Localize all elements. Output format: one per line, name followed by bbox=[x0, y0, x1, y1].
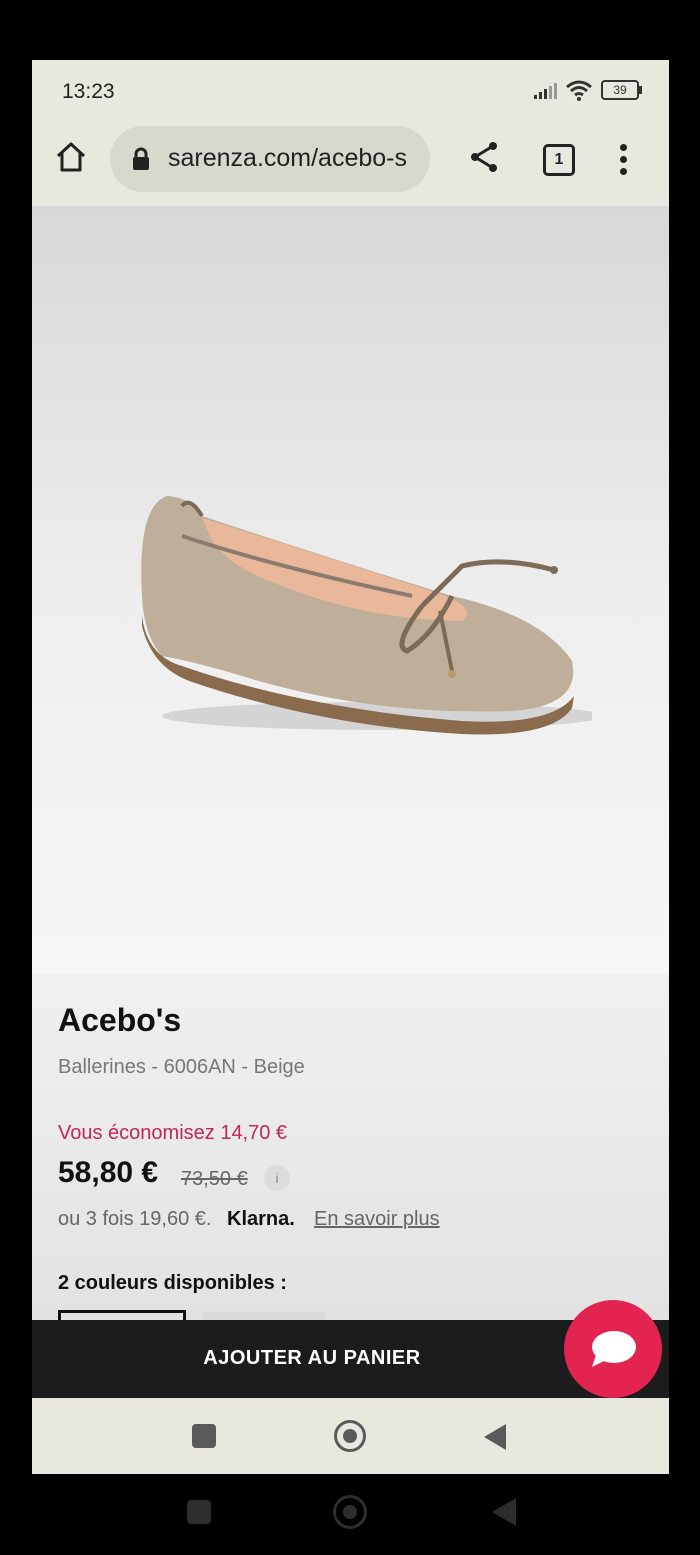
product-image-gallery[interactable] bbox=[32, 206, 669, 996]
product-brand: Acebo's bbox=[58, 1002, 182, 1038]
more-vert-icon[interactable] bbox=[618, 144, 628, 176]
home-icon[interactable] bbox=[54, 140, 88, 174]
lock-icon bbox=[133, 147, 149, 170]
outer-back-icon[interactable] bbox=[492, 1498, 516, 1526]
product-image bbox=[141, 496, 592, 735]
home-nav-icon[interactable] bbox=[334, 1420, 366, 1452]
recents-icon[interactable] bbox=[192, 1424, 216, 1448]
outer-home-icon[interactable] bbox=[333, 1495, 367, 1529]
savings-text: Vous économisez 14,70 € bbox=[58, 1122, 288, 1144]
status-icons: 39 bbox=[534, 79, 642, 101]
wifi-icon bbox=[566, 80, 592, 101]
browser-toolbar: sarenza.com/acebo-s 1 bbox=[32, 122, 669, 204]
outer-recents-icon[interactable] bbox=[187, 1500, 211, 1524]
system-nav-bar bbox=[32, 1398, 669, 1474]
phone-screen: 13:23 39 sarenza.com/acebo-s 1 Acebo's B… bbox=[32, 60, 669, 1474]
tabs-icon[interactable]: 1 bbox=[543, 144, 575, 176]
battery-icon: 39 bbox=[601, 80, 642, 100]
url-text: sarenza.com/acebo-s bbox=[168, 144, 408, 172]
product-subtitle: Ballerines - 6006AN - Beige bbox=[58, 1056, 305, 1078]
chat-button[interactable] bbox=[564, 1300, 662, 1398]
klarna-more-link[interactable]: En savoir plus bbox=[314, 1208, 440, 1231]
klarna-logo: Klarna. bbox=[227, 1208, 295, 1230]
signal-icon bbox=[534, 81, 557, 99]
original-price: 73,50 € bbox=[181, 1168, 248, 1190]
colors-heading: 2 couleurs disponibles : bbox=[58, 1272, 287, 1294]
price-info-icon[interactable]: i bbox=[264, 1165, 290, 1191]
back-icon[interactable] bbox=[484, 1424, 506, 1450]
installments-text: ou 3 fois 19,60 €. bbox=[58, 1208, 212, 1230]
color-swatch-other[interactable] bbox=[202, 1312, 326, 1320]
status-bar: 13:23 39 bbox=[32, 60, 669, 122]
address-bar[interactable]: sarenza.com/acebo-s bbox=[110, 126, 430, 192]
share-icon[interactable] bbox=[468, 140, 500, 174]
current-price: 58,80 € bbox=[58, 1156, 159, 1189]
add-to-cart-label: AJOUTER AU PANIER bbox=[203, 1347, 421, 1369]
status-time: 13:23 bbox=[62, 80, 115, 103]
product-details: Acebo's Ballerines - 6006AN - Beige Vous… bbox=[32, 974, 669, 1323]
chat-bubble-icon bbox=[592, 1331, 636, 1367]
